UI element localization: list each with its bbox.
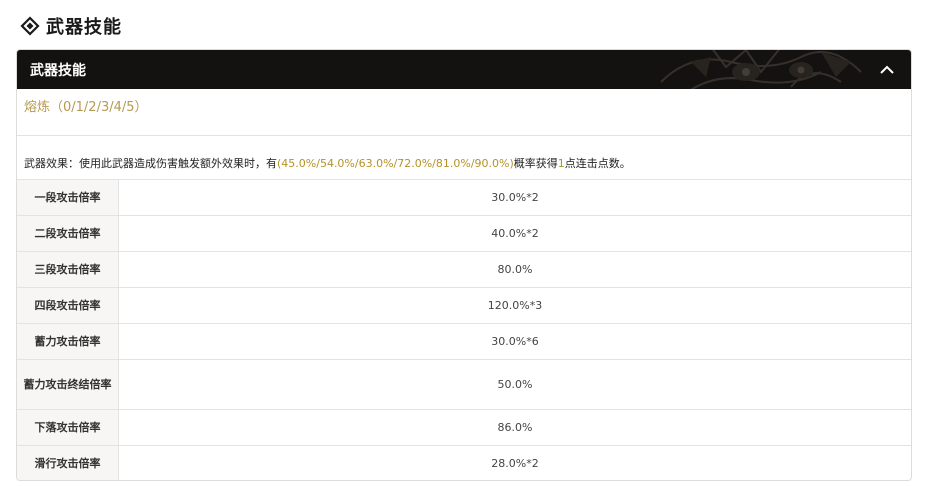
effect-suffix: 点连击点数。 — [564, 157, 631, 170]
row-value: 86.0% — [118, 409, 911, 446]
table-row: 四段攻击倍率 120.0%*3 — [17, 287, 911, 324]
table-row: 一段攻击倍率 30.0%*2 — [17, 180, 911, 216]
weapon-skill-panel: 武器技能 熔炼（0/1/2/3/4/5） 武器效果：使用此武器造成伤害触发额外效… — [16, 49, 912, 481]
row-label: 四段攻击倍率 — [17, 287, 119, 324]
row-label: 下落攻击倍率 — [17, 409, 119, 446]
row-label: 滑行攻击倍率 — [17, 445, 119, 480]
table-row: 蓄力攻击倍率 30.0%*6 — [17, 323, 911, 360]
table-row: 下落攻击倍率 86.0% — [17, 409, 911, 446]
diamond-icon — [20, 16, 40, 36]
row-label: 一段攻击倍率 — [17, 180, 119, 216]
chevron-up-icon[interactable] — [877, 60, 897, 80]
row-label: 二段攻击倍率 — [17, 215, 119, 252]
row-value: 50.0% — [118, 359, 911, 410]
header-decoration-art — [660, 50, 862, 89]
row-label: 三段攻击倍率 — [17, 251, 119, 288]
row-value: 30.0%*6 — [118, 323, 911, 360]
effect-description: 武器效果：使用此武器造成伤害触发额外效果时，有(45.0%/54.0%/63.0… — [24, 155, 631, 171]
panel-header-title: 武器技能 — [30, 62, 86, 79]
table-row: 三段攻击倍率 80.0% — [17, 251, 911, 288]
row-label: 蓄力攻击终结倍率 — [17, 359, 119, 410]
row-value: 120.0%*3 — [118, 287, 911, 324]
section-heading: 武器技能 — [20, 12, 122, 40]
effect-count: 1 — [557, 157, 565, 170]
table-row: 蓄力攻击终结倍率 50.0% — [17, 359, 911, 410]
stats-table: 一段攻击倍率 30.0%*2 二段攻击倍率 40.0%*2 三段攻击倍率 80.… — [17, 180, 911, 480]
effect-row: 武器效果：使用此武器造成伤害触发额外效果时，有(45.0%/54.0%/63.0… — [17, 136, 911, 180]
effect-prefix: 武器效果：使用此武器造成伤害触发额外效果时，有 — [24, 157, 277, 170]
section-title: 武器技能 — [46, 17, 122, 38]
row-value: 40.0%*2 — [118, 215, 911, 252]
row-value: 30.0%*2 — [118, 180, 911, 216]
table-row: 二段攻击倍率 40.0%*2 — [17, 215, 911, 252]
refine-label: 熔炼（0/1/2/3/4/5） — [24, 100, 148, 115]
refine-row: 熔炼（0/1/2/3/4/5） — [17, 89, 911, 136]
table-row: 滑行攻击倍率 28.0%*2 — [17, 445, 911, 480]
effect-chance: (45.0%/54.0%/63.0%/72.0%/81.0%/90.0%) — [277, 157, 514, 170]
effect-middle: 概率获得 — [513, 157, 558, 170]
row-label: 蓄力攻击倍率 — [17, 323, 119, 360]
row-value: 80.0% — [118, 251, 911, 288]
row-value: 28.0%*2 — [491, 457, 539, 470]
panel-header[interactable]: 武器技能 — [17, 50, 911, 89]
